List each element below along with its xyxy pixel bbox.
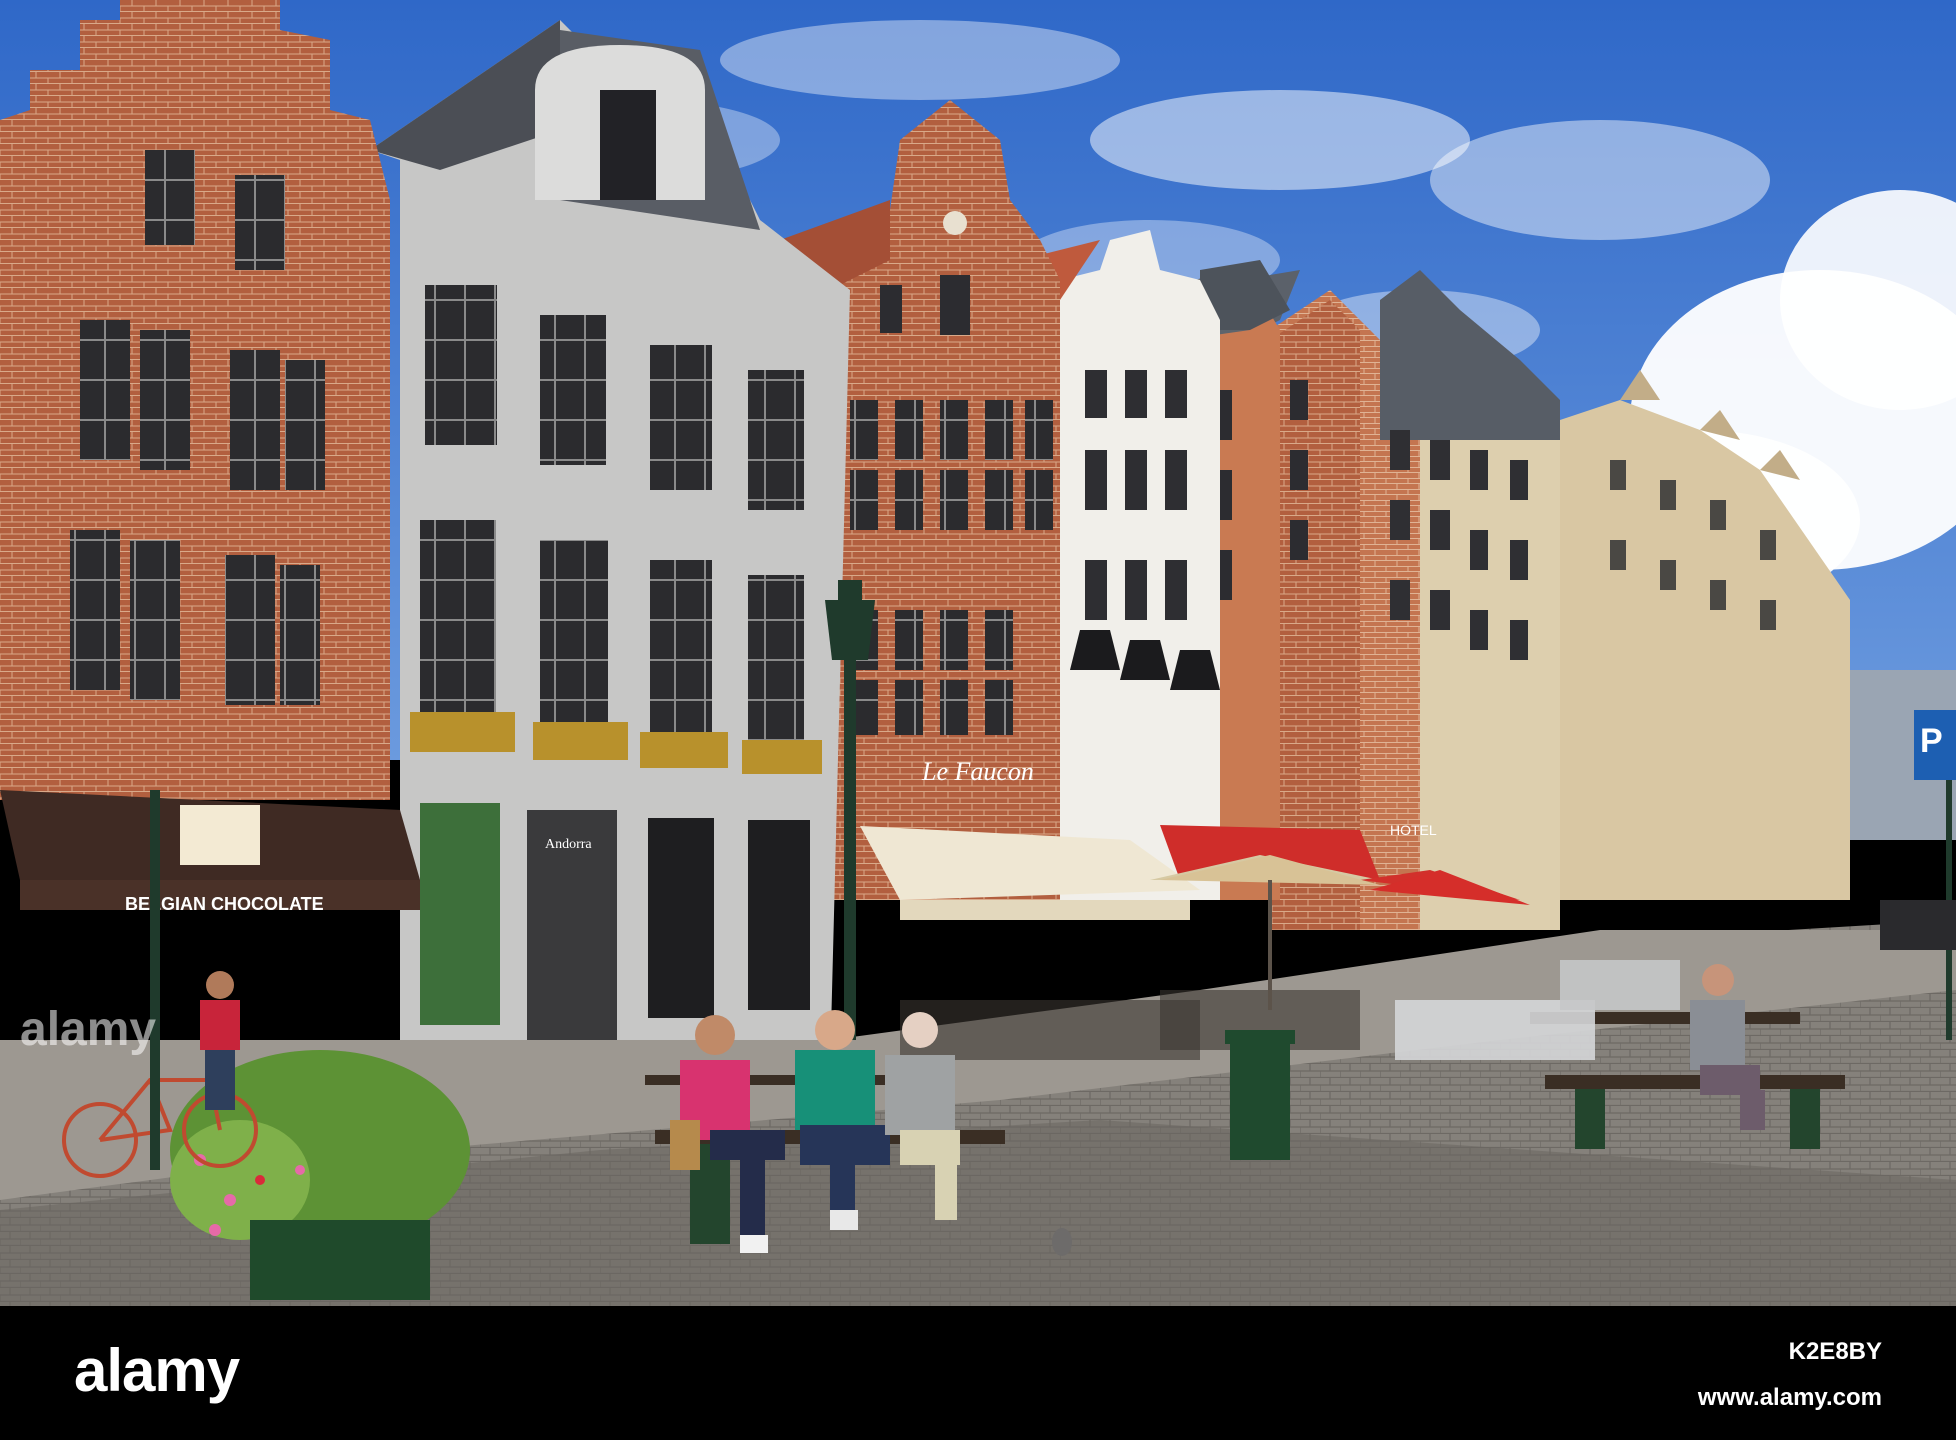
cafe-terrace (900, 990, 1360, 1060)
restaurant-sign: Le Faucon (921, 757, 1034, 786)
litter-bin (1225, 1030, 1295, 1160)
hotel-sign: HOTEL (1390, 822, 1437, 838)
pedestrian-left (200, 971, 240, 1110)
svg-text:P: P (1920, 722, 1943, 760)
signpost-left (150, 790, 160, 1170)
watermark: alamy (20, 1003, 156, 1056)
facade-brick-left (0, 0, 390, 800)
andorra-sign: Andorra (545, 837, 592, 852)
footer-bar: alamy K2E8BY www.alamy.com (0, 1306, 1956, 1440)
street-photo: Andorra BELGIAN CHOCOLATE Le Faucon HOTE… (0, 0, 1956, 1306)
image-id: K2E8BY (1788, 1338, 1882, 1365)
pigeon (1052, 1228, 1072, 1256)
parked-car (1880, 900, 1956, 950)
site-url[interactable]: www.alamy.com (1698, 1384, 1882, 1412)
alamy-logo[interactable]: alamy (74, 1336, 240, 1405)
svg-text:alamy: alamy (20, 1003, 156, 1056)
